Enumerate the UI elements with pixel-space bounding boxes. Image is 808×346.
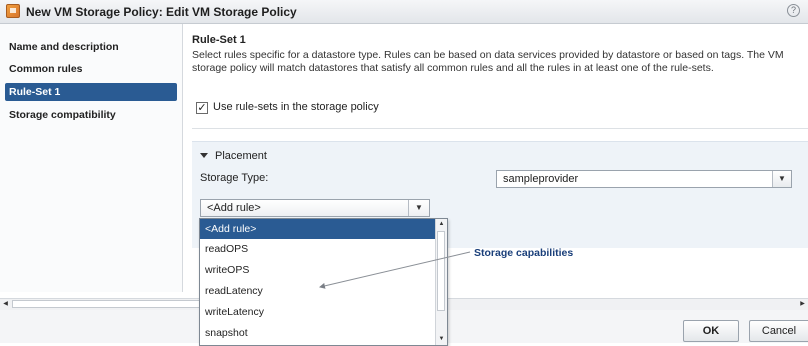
dropdown-option[interactable]: snapshot [200,323,436,343]
add-rule-value: <Add rule> [207,202,261,214]
vm-storage-policy-icon [6,4,20,18]
dropdown-option[interactable]: readOPS [200,239,436,259]
ok-button[interactable]: OK [683,320,739,342]
help-icon[interactable]: ? [787,4,800,17]
sidebar-item-rule-set-1[interactable]: Rule-Set 1 [5,83,177,101]
scroll-left-icon[interactable]: ◀ [0,299,11,310]
scroll-right-icon[interactable]: ▶ [797,299,808,310]
dropdown-option[interactable]: readLatency [200,281,436,301]
wizard-sidebar: Name and description Common rules Rule-S… [0,24,183,292]
sidebar-item-storage-compatibility[interactable]: Storage compatibility [5,106,177,124]
window-title: New VM Storage Policy: Edit VM Storage P… [26,5,297,19]
add-rule-select[interactable]: <Add rule> ▼ [200,199,430,217]
use-rulesets-label: Use rule-sets in the storage policy [213,101,379,113]
scroll-down-icon[interactable]: ▼ [436,334,447,345]
dropdown-option[interactable]: <Add rule> [200,219,436,239]
sidebar-item-name-and-description[interactable]: Name and description [5,38,177,56]
dropdown-option[interactable]: writeLatency [200,302,436,322]
scrollbar-thumb[interactable] [12,300,212,308]
storage-type-label: Storage Type: [200,172,269,184]
placement-toggle[interactable]: Placement [200,150,267,162]
page-title: Rule-Set 1 [192,34,246,46]
dropdown-option[interactable]: writeOPS [200,260,436,280]
dropdown-scrollbar[interactable]: ▲ ▼ [435,219,447,345]
storage-type-value: sampleprovider [503,173,579,185]
use-rulesets-checkbox[interactable]: ✓ [196,102,208,114]
scrollbar-thumb[interactable] [437,231,445,311]
triangle-down-icon [200,153,208,158]
add-rule-dropdown-list[interactable]: <Add rule> readOPS writeOPS readLatency … [199,218,448,346]
cancel-button[interactable]: Cancel [749,320,808,342]
scroll-up-icon[interactable]: ▲ [436,219,447,230]
divider [192,128,808,129]
sidebar-item-common-rules[interactable]: Common rules [5,60,177,78]
storage-type-select[interactable]: sampleprovider ▼ [496,170,792,188]
placement-title: Placement [215,150,267,162]
chevron-down-icon[interactable]: ▼ [772,171,791,187]
storage-capabilities-annotation: Storage capabilities [474,247,574,259]
chevron-down-icon[interactable]: ▼ [408,200,429,216]
ruleset-description: Select rules specific for a datastore ty… [192,49,784,74]
window-titlebar: New VM Storage Policy: Edit VM Storage P… [0,0,808,24]
